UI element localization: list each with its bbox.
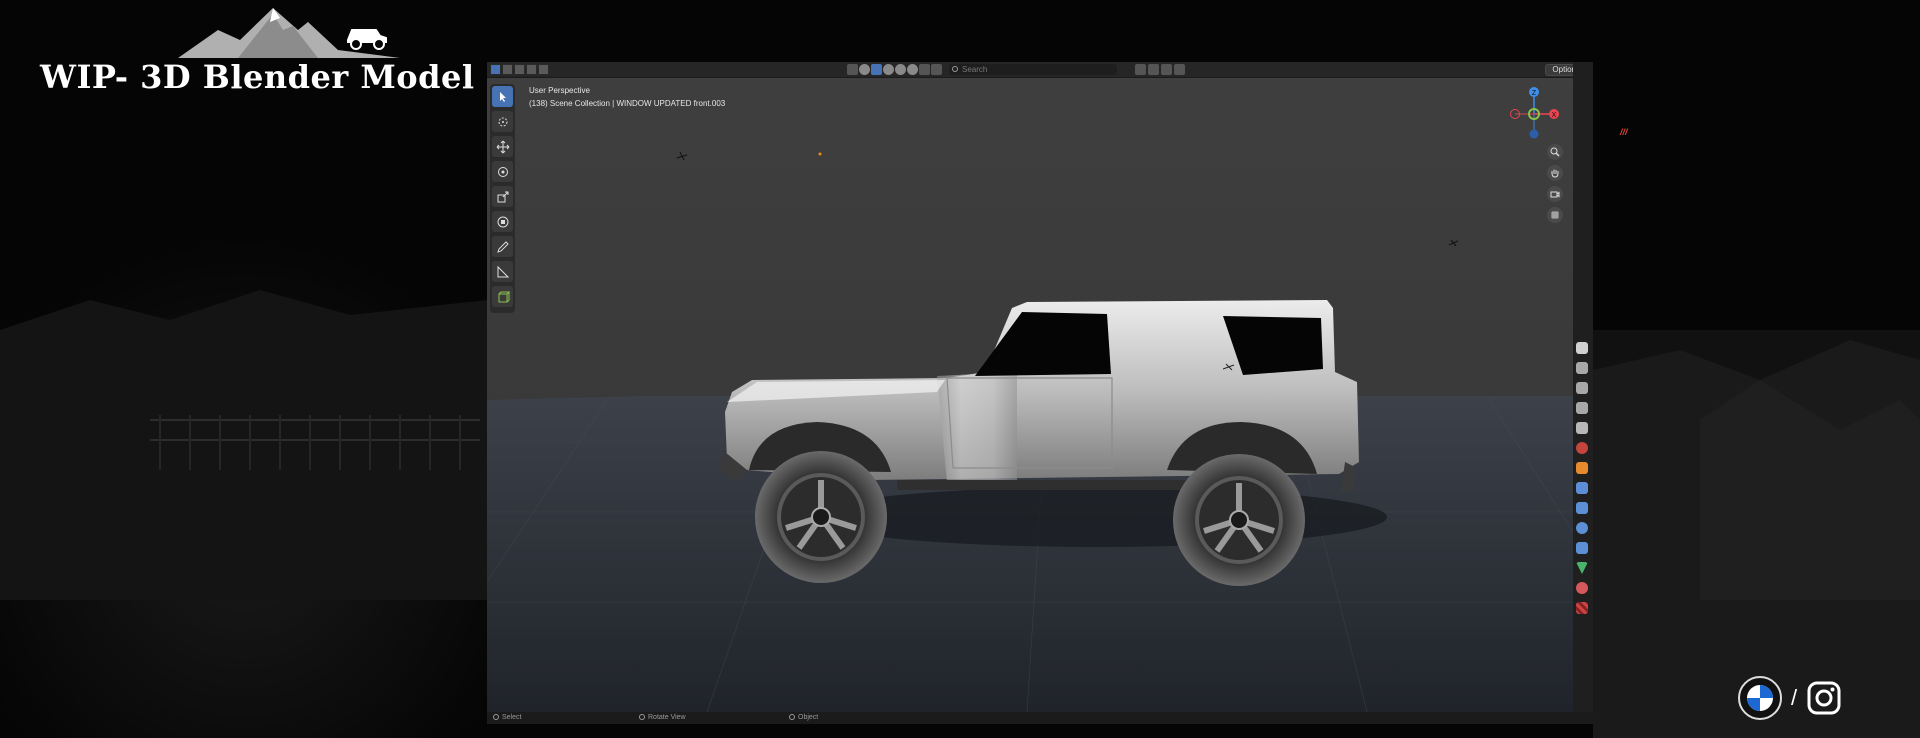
cursor-arrow-icon: [499, 91, 506, 102]
camera-icon[interactable]: [1547, 186, 1563, 202]
object-icon[interactable]: [1576, 462, 1588, 474]
measure-tool[interactable]: [492, 261, 513, 282]
physics-icon[interactable]: [1576, 522, 1588, 534]
grid-icon[interactable]: [1547, 207, 1563, 223]
render-icon[interactable]: [1576, 362, 1588, 374]
view-icon[interactable]: [931, 64, 942, 75]
mouse-middle-icon: [639, 714, 645, 720]
view-name: User Perspective: [529, 86, 590, 95]
header-shading-controls: Search: [847, 64, 1117, 75]
status-object: Object: [789, 712, 818, 724]
material-icon[interactable]: [1576, 582, 1588, 594]
search-icon: [952, 66, 958, 72]
solid-shading-icon[interactable]: [883, 64, 894, 75]
properties-tabs: [1573, 62, 1593, 724]
scale-tool[interactable]: [492, 186, 513, 207]
page-title: WIP- 3D Blender Model: [40, 58, 475, 96]
move-arrows-icon: [496, 140, 509, 153]
brand-logos: /: [1738, 676, 1842, 720]
rear-wheel: [1173, 454, 1305, 586]
collection-info: (138) Scene Collection | WINDOW UPDATED …: [529, 99, 726, 108]
blender-window: Search Options User Perspective (138) Sc…: [487, 62, 1593, 724]
viewport-overlays-icon[interactable]: [859, 64, 870, 75]
select-mode-buttons: [490, 64, 549, 75]
chevron-down-icon[interactable]: [847, 64, 858, 75]
scene-icon[interactable]: [1576, 422, 1588, 434]
viewport-render: [487, 62, 1573, 712]
viewport-nav-buttons: [1547, 144, 1563, 223]
rotate-icon: [497, 166, 508, 177]
camera-icon[interactable]: [919, 64, 930, 75]
gizmo-z-label: Z: [1532, 90, 1537, 97]
filter-icon[interactable]: [1174, 64, 1185, 75]
bmw-logo: [1738, 676, 1782, 720]
world-icon[interactable]: [1576, 442, 1588, 454]
mode-button-5[interactable]: [538, 64, 549, 75]
status-select: Select: [493, 712, 521, 724]
modifier-icon[interactable]: [1576, 482, 1588, 494]
navigation-gizmo[interactable]: Z X: [1505, 82, 1563, 144]
mode-button-3[interactable]: [514, 64, 525, 75]
hierarchy-icon[interactable]: [1161, 64, 1172, 75]
status-rotate-view: Rotate View: [639, 712, 686, 724]
tool-shelf: [490, 84, 515, 313]
mouse-right-icon: [789, 714, 795, 720]
header-filter-controls: [1135, 64, 1185, 75]
separator: /: [1791, 685, 1798, 710]
constraints-icon[interactable]: [1576, 542, 1588, 554]
particles-icon[interactable]: [1576, 502, 1588, 514]
bookmark-icon[interactable]: [1148, 64, 1159, 75]
viewport-header: Search Options: [487, 62, 1593, 78]
rendered-shading-icon[interactable]: [907, 64, 918, 75]
gizmo-x-label: X: [1552, 112, 1557, 119]
front-wheel: [755, 451, 887, 583]
3d-viewport[interactable]: [487, 62, 1573, 712]
mode-button-1[interactable]: [490, 64, 501, 75]
annotate-tool[interactable]: [492, 236, 513, 257]
data-icon[interactable]: [1576, 562, 1588, 574]
mode-button-4[interactable]: [526, 64, 537, 75]
mouse-left-icon: [493, 714, 499, 720]
search-input[interactable]: Search: [949, 64, 1117, 75]
view-layer-icon[interactable]: [1576, 402, 1588, 414]
scale-icon: [497, 191, 508, 202]
accent-slash-marks: ///: [1620, 127, 1628, 137]
status-bar: Select Rotate View Object: [487, 712, 1593, 724]
rotate-tool[interactable]: [492, 161, 513, 182]
transform-tool[interactable]: [492, 211, 513, 232]
mode-button-2[interactable]: [502, 64, 513, 75]
select-box-tool[interactable]: [492, 86, 513, 107]
mountain-jeep-logo: [178, 8, 400, 58]
viewport-info: User Perspective (138) Scene Collection …: [529, 84, 725, 110]
output-icon[interactable]: [1576, 382, 1588, 394]
add-cube-tool[interactable]: [492, 286, 513, 307]
zoom-icon[interactable]: [1547, 144, 1563, 160]
texture-icon[interactable]: [1576, 602, 1588, 614]
material-shading-icon[interactable]: [895, 64, 906, 75]
transform-icon: [497, 216, 508, 227]
wireframe-toggle-icon[interactable]: [871, 64, 882, 75]
tool-icon[interactable]: [1576, 342, 1588, 354]
search-placeholder: Search: [962, 65, 988, 74]
instagram-icon[interactable]: [1806, 680, 1842, 716]
hand-pan-icon[interactable]: [1547, 165, 1563, 181]
crosshair-icon: [498, 117, 507, 126]
chevron-down-icon[interactable]: [1135, 64, 1146, 75]
pencil-icon: [496, 240, 509, 253]
move-tool[interactable]: [492, 136, 513, 157]
ruler-icon: [497, 265, 509, 277]
add-cube-icon: [498, 291, 510, 302]
cursor-tool[interactable]: [492, 111, 513, 132]
